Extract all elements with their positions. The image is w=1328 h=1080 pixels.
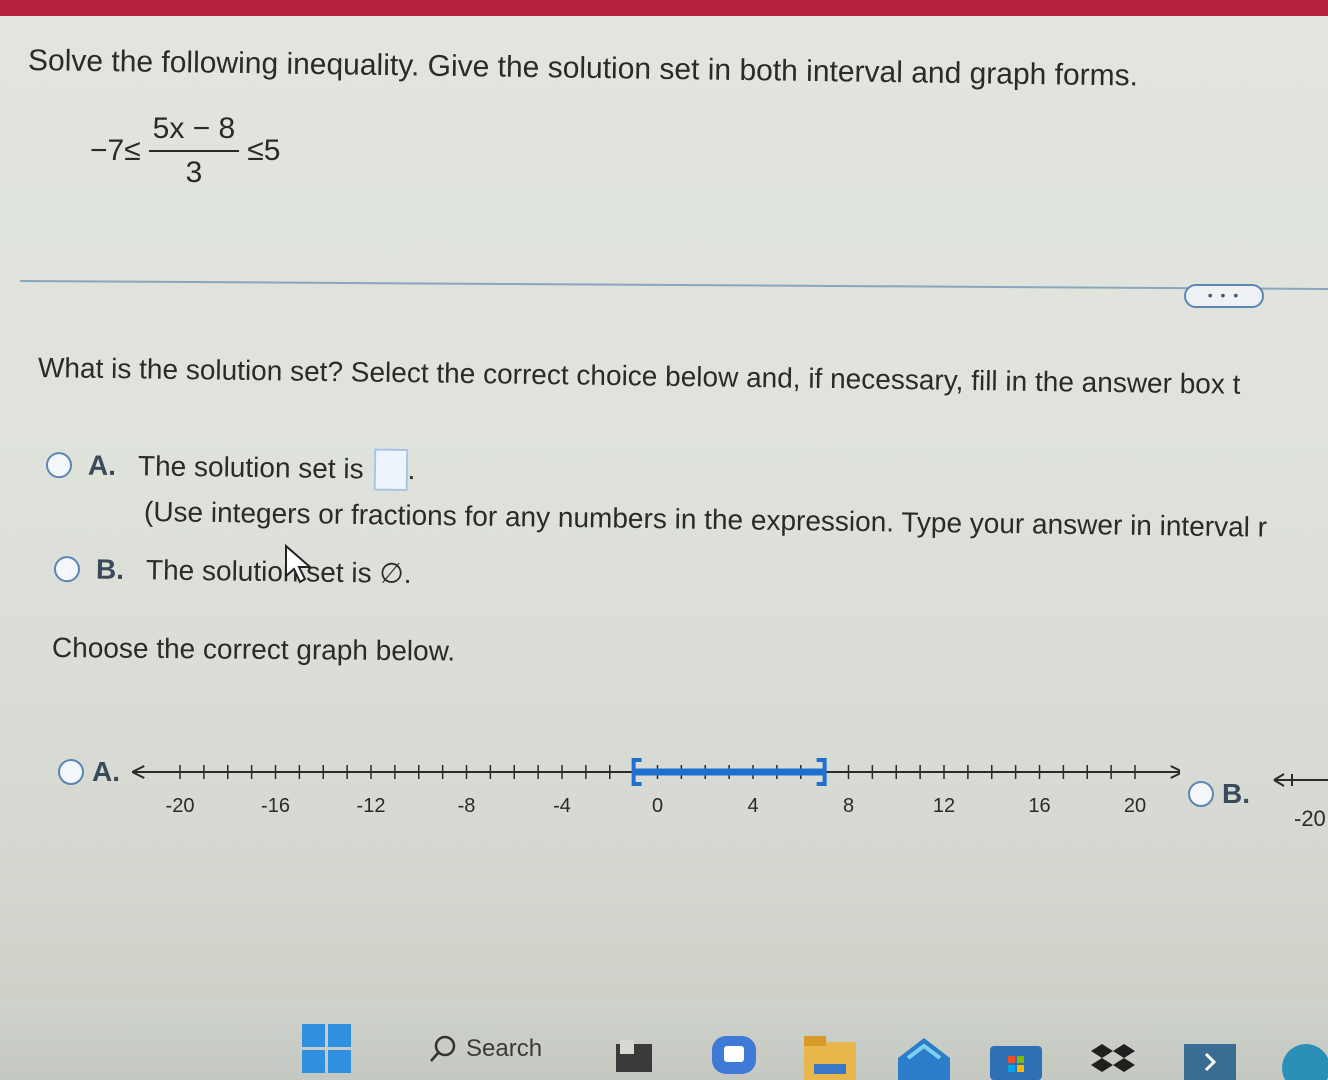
graph-a-letter: A. bbox=[92, 756, 120, 787]
choice-a-radio[interactable] bbox=[45, 452, 73, 479]
taskbar-search[interactable]: Search bbox=[428, 1034, 542, 1064]
answer-input[interactable] bbox=[373, 448, 408, 492]
edge-browser-icon[interactable] bbox=[898, 1036, 950, 1080]
mouse-cursor-icon bbox=[285, 544, 313, 584]
choice-b-text: The solution set is ∅. bbox=[145, 554, 412, 589]
choice-b[interactable]: B. The solution set is ∅. bbox=[53, 552, 412, 590]
number-line-tick-label: -16 bbox=[261, 795, 290, 817]
fraction-numerator: 5x − 8 bbox=[148, 112, 240, 152]
section-divider bbox=[19, 280, 1328, 291]
graph-b-radio[interactable] bbox=[1188, 781, 1214, 807]
choice-b-radio[interactable] bbox=[53, 555, 81, 582]
choice-a-text: The solution set is bbox=[137, 450, 364, 485]
number-line-tick-label: 4 bbox=[747, 795, 758, 817]
task-view-icon[interactable] bbox=[616, 1040, 656, 1074]
graph-a-radio[interactable] bbox=[58, 759, 84, 785]
chat-icon[interactable] bbox=[710, 1034, 760, 1078]
inequality-left: −7≤ bbox=[90, 134, 141, 167]
browser-app-icon[interactable] bbox=[1276, 1040, 1328, 1080]
choice-a-hint: (Use integers or fractions for any numbe… bbox=[143, 496, 1268, 543]
number-line-tick-label: 0 bbox=[652, 795, 663, 817]
number-line-b-fragment bbox=[1273, 773, 1328, 787]
more-options-button[interactable]: • • • bbox=[1184, 284, 1264, 308]
number-line-tick-label: -12 bbox=[357, 795, 386, 817]
inequality: −7≤ 5x − 8 3 ≤5 bbox=[90, 112, 280, 190]
file-explorer-icon[interactable] bbox=[804, 1036, 856, 1080]
inequality-right: ≤5 bbox=[247, 134, 281, 167]
solution-prompt: What is the solution set? Select the cor… bbox=[37, 352, 1241, 400]
search-icon bbox=[430, 1035, 456, 1062]
number-line-tick-label: 20 bbox=[1124, 795, 1146, 817]
graph-a-radio-group[interactable]: A. bbox=[58, 756, 142, 788]
number-line-tick-label: -8 bbox=[458, 795, 476, 817]
graph-choice-a[interactable]: -20 -16 -12 -8 -4 0 4 8 12 16 20 A. bbox=[50, 748, 1184, 843]
number-line-a: -20 -16 -12 -8 -4 0 4 8 12 16 20 bbox=[131, 758, 1184, 817]
graph-b-letter: B. bbox=[1222, 778, 1250, 809]
number-line-tick-label: 16 bbox=[1028, 795, 1050, 817]
fraction: 5x − 8 3 bbox=[148, 112, 240, 190]
fraction-denominator: 3 bbox=[185, 156, 203, 189]
number-line-tick-label: -20 bbox=[166, 795, 195, 817]
question-text: Solve the following inequality. Give the… bbox=[27, 44, 1139, 93]
app-icon[interactable] bbox=[1184, 1044, 1236, 1080]
number-line-tick-label: -4 bbox=[553, 795, 571, 817]
graph-b-first-label: -20 bbox=[1294, 806, 1326, 831]
choice-a-letter: A. bbox=[87, 449, 117, 481]
search-label: Search bbox=[466, 1035, 543, 1062]
graph-prompt: Choose the correct graph below. bbox=[51, 632, 456, 667]
dropbox-icon[interactable] bbox=[1090, 1042, 1136, 1080]
windows-start-icon[interactable] bbox=[302, 1024, 352, 1074]
choice-a[interactable]: A. The solution set is . bbox=[45, 444, 416, 492]
top-bar bbox=[0, 0, 1328, 16]
store-icon[interactable] bbox=[990, 1040, 1042, 1080]
choice-b-letter: B. bbox=[95, 553, 125, 585]
number-line-tick-label: 12 bbox=[933, 795, 955, 817]
choice-a-period: . bbox=[407, 454, 416, 486]
graph-choice-b[interactable]: B. bbox=[1188, 778, 1272, 810]
number-line-tick-label: 8 bbox=[843, 795, 854, 817]
